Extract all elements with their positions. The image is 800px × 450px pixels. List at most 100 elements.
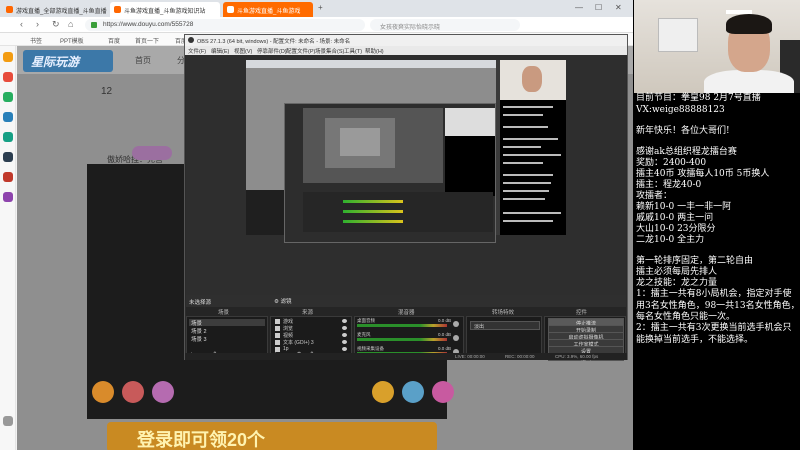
challengers-heading: 攻擂者：	[636, 191, 673, 201]
source-toolbar: 未选择源 ⚙ 滤镜	[186, 295, 626, 307]
bookmark-item[interactable]: 百度	[108, 36, 120, 45]
source-item[interactable]: 文本 (GDI+) 3	[273, 339, 351, 346]
tab-current[interactable]: 斗鱼游戏直播_斗鱼游戏	[223, 2, 313, 17]
source-item[interactable]: 视频	[273, 332, 351, 339]
gift-icon[interactable]	[122, 381, 144, 403]
webcam-feed	[634, 0, 800, 93]
contact-line: VX:weige88888123	[636, 105, 725, 115]
home-icon[interactable]: ⌂	[68, 19, 73, 29]
volume-meter[interactable]	[357, 338, 447, 341]
level-badge: 12	[101, 86, 113, 97]
no-source-label: 未选择源	[189, 300, 212, 306]
promo-banner[interactable]: 登录即可领20个	[107, 422, 437, 450]
visibility-icon[interactable]	[342, 333, 347, 337]
preview-face	[522, 66, 542, 92]
url-input[interactable]: https://www.douyu.com/555728	[85, 19, 365, 31]
sources-header: 来源	[302, 310, 314, 316]
douyu-favicon-icon	[6, 6, 13, 13]
visibility-icon[interactable]	[342, 340, 347, 344]
menu-edit[interactable]: 编辑(E)	[211, 47, 229, 55]
overlay-text-panel: 目前节目：拳皇98 2月7号直播 VX:weige88888123 新年快乐！各…	[634, 93, 800, 450]
bookmark-item[interactable]: 首页一下	[135, 36, 159, 45]
tab-label: 游戏直播_全部游戏直播_斗鱼直播	[16, 9, 107, 15]
source-item[interactable]: 游戏	[273, 318, 351, 325]
volume-meter[interactable]	[357, 324, 447, 327]
text-line	[503, 162, 543, 164]
filters-label: 滤镜	[280, 299, 292, 305]
text-line	[503, 138, 558, 140]
gift-icon[interactable]	[402, 381, 424, 403]
bookmark-item[interactable]: PPT模板	[60, 36, 84, 45]
visibility-icon[interactable]	[342, 347, 347, 351]
menu-help[interactable]: 帮助(H)	[365, 47, 384, 55]
favorites-icon[interactable]	[3, 52, 13, 62]
cpu-fps: CPU: 3.9%, 60.00 fps	[555, 354, 599, 359]
challenger-line: 戚戚10-0 两主一问	[636, 213, 714, 223]
cloud-icon[interactable]	[3, 112, 13, 122]
refresh-icon[interactable]: ↻	[52, 19, 60, 30]
nested-preview-page	[340, 128, 380, 156]
obs-title: OBS 27.1.3 (64 bit, windows) - 配置文件: 未命名…	[197, 39, 351, 45]
close-icon[interactable]: ✕	[615, 3, 622, 12]
menu-profile[interactable]: 配置文件(P)	[286, 47, 315, 55]
nav-home[interactable]: 首页	[135, 55, 151, 66]
transitions-header: 转场特效	[492, 310, 515, 316]
challenger-line: 二龙10-0 全主力	[636, 235, 705, 245]
gift-icon[interactable]	[372, 381, 394, 403]
menu-view[interactable]: 视图(V)	[234, 47, 252, 55]
source-item[interactable]: 浏览	[273, 325, 351, 332]
follow-button[interactable]	[132, 146, 172, 160]
site-logo[interactable]: 星际玩游	[23, 50, 113, 72]
maximize-icon[interactable]: ☐	[595, 3, 602, 12]
obs-menu-bar: 文件(F) 编辑(E) 视图(V) 停靠部件(D) 配置文件(P) 场景集合(S…	[185, 46, 627, 55]
preview-webcam	[500, 60, 566, 100]
game-icon[interactable]	[3, 132, 13, 142]
mixer-settings-icon[interactable]	[453, 335, 459, 341]
settings-icon[interactable]	[3, 416, 13, 426]
filters-button[interactable]: ⚙ 滤镜	[274, 297, 291, 305]
tab-game-knowledge[interactable]: 斗鱼游戏直播_斗鱼游戏知识站	[110, 2, 220, 17]
back-icon[interactable]: ‹	[20, 19, 23, 29]
bookmark-item[interactable]: 书签	[30, 36, 42, 45]
tools-icon[interactable]	[3, 192, 13, 202]
source-type-icon	[275, 319, 280, 324]
forward-icon[interactable]: ›	[36, 19, 39, 29]
gift-icon[interactable]	[152, 381, 174, 403]
text-line	[503, 126, 548, 128]
scenes-header: 场景	[218, 310, 230, 316]
channel-db: 0.0 dB	[437, 332, 451, 337]
nested-meter	[343, 210, 403, 213]
mixer-header: 混音器	[398, 310, 415, 316]
mixer-channel: 麦克风 0.0 dB	[357, 332, 461, 345]
visibility-icon[interactable]	[342, 326, 347, 330]
obs-status-bar: LIVE: 00:00:00 REC: 00:00:00 CPU: 3.9%, …	[185, 353, 627, 360]
gift-icon[interactable]	[92, 381, 114, 403]
rules-line: 擂主40币 攻擂每人10币 5币换人	[636, 169, 770, 179]
visibility-icon[interactable]	[342, 319, 347, 323]
gift-icon[interactable]	[432, 381, 454, 403]
mixer-settings-icon[interactable]	[453, 321, 459, 327]
transition-select[interactable]: 淡出	[470, 321, 540, 330]
new-tab-icon[interactable]: +	[318, 3, 323, 12]
menu-docks[interactable]: 停靠部件(D)	[257, 47, 287, 55]
menu-file[interactable]: 文件(F)	[188, 47, 206, 55]
nested-preview-mixer	[303, 192, 493, 232]
rec-timer: REC: 00:00:00	[505, 354, 535, 359]
video-icon[interactable]	[3, 172, 13, 182]
scene-item[interactable]: 场景	[189, 319, 265, 327]
menu-scene-collection[interactable]: 场景集合(S)	[315, 47, 344, 55]
scene-item[interactable]: 场景 2	[189, 327, 265, 335]
obs-preview[interactable]	[186, 55, 626, 295]
search-input[interactable]: 女孩夜爽实际怡晓示晓	[370, 19, 520, 31]
tab-game-live[interactable]: 游戏直播_全部游戏直播_斗鱼直播	[2, 2, 107, 17]
menu-tools[interactable]: 工具(T)	[344, 47, 362, 55]
tab-label: 斗鱼游戏直播_斗鱼游戏	[237, 9, 301, 15]
scene-item[interactable]: 场景 3	[189, 335, 265, 343]
nested-preview-webcam	[445, 108, 495, 136]
mail-icon[interactable]	[3, 72, 13, 82]
chat-icon[interactable]	[3, 92, 13, 102]
minimize-icon[interactable]: —	[575, 3, 583, 12]
note-icon[interactable]	[3, 152, 13, 162]
obs-title-bar: OBS 27.1.3 (64 bit, windows) - 配置文件: 未命名…	[185, 35, 627, 46]
text-line	[503, 182, 551, 184]
